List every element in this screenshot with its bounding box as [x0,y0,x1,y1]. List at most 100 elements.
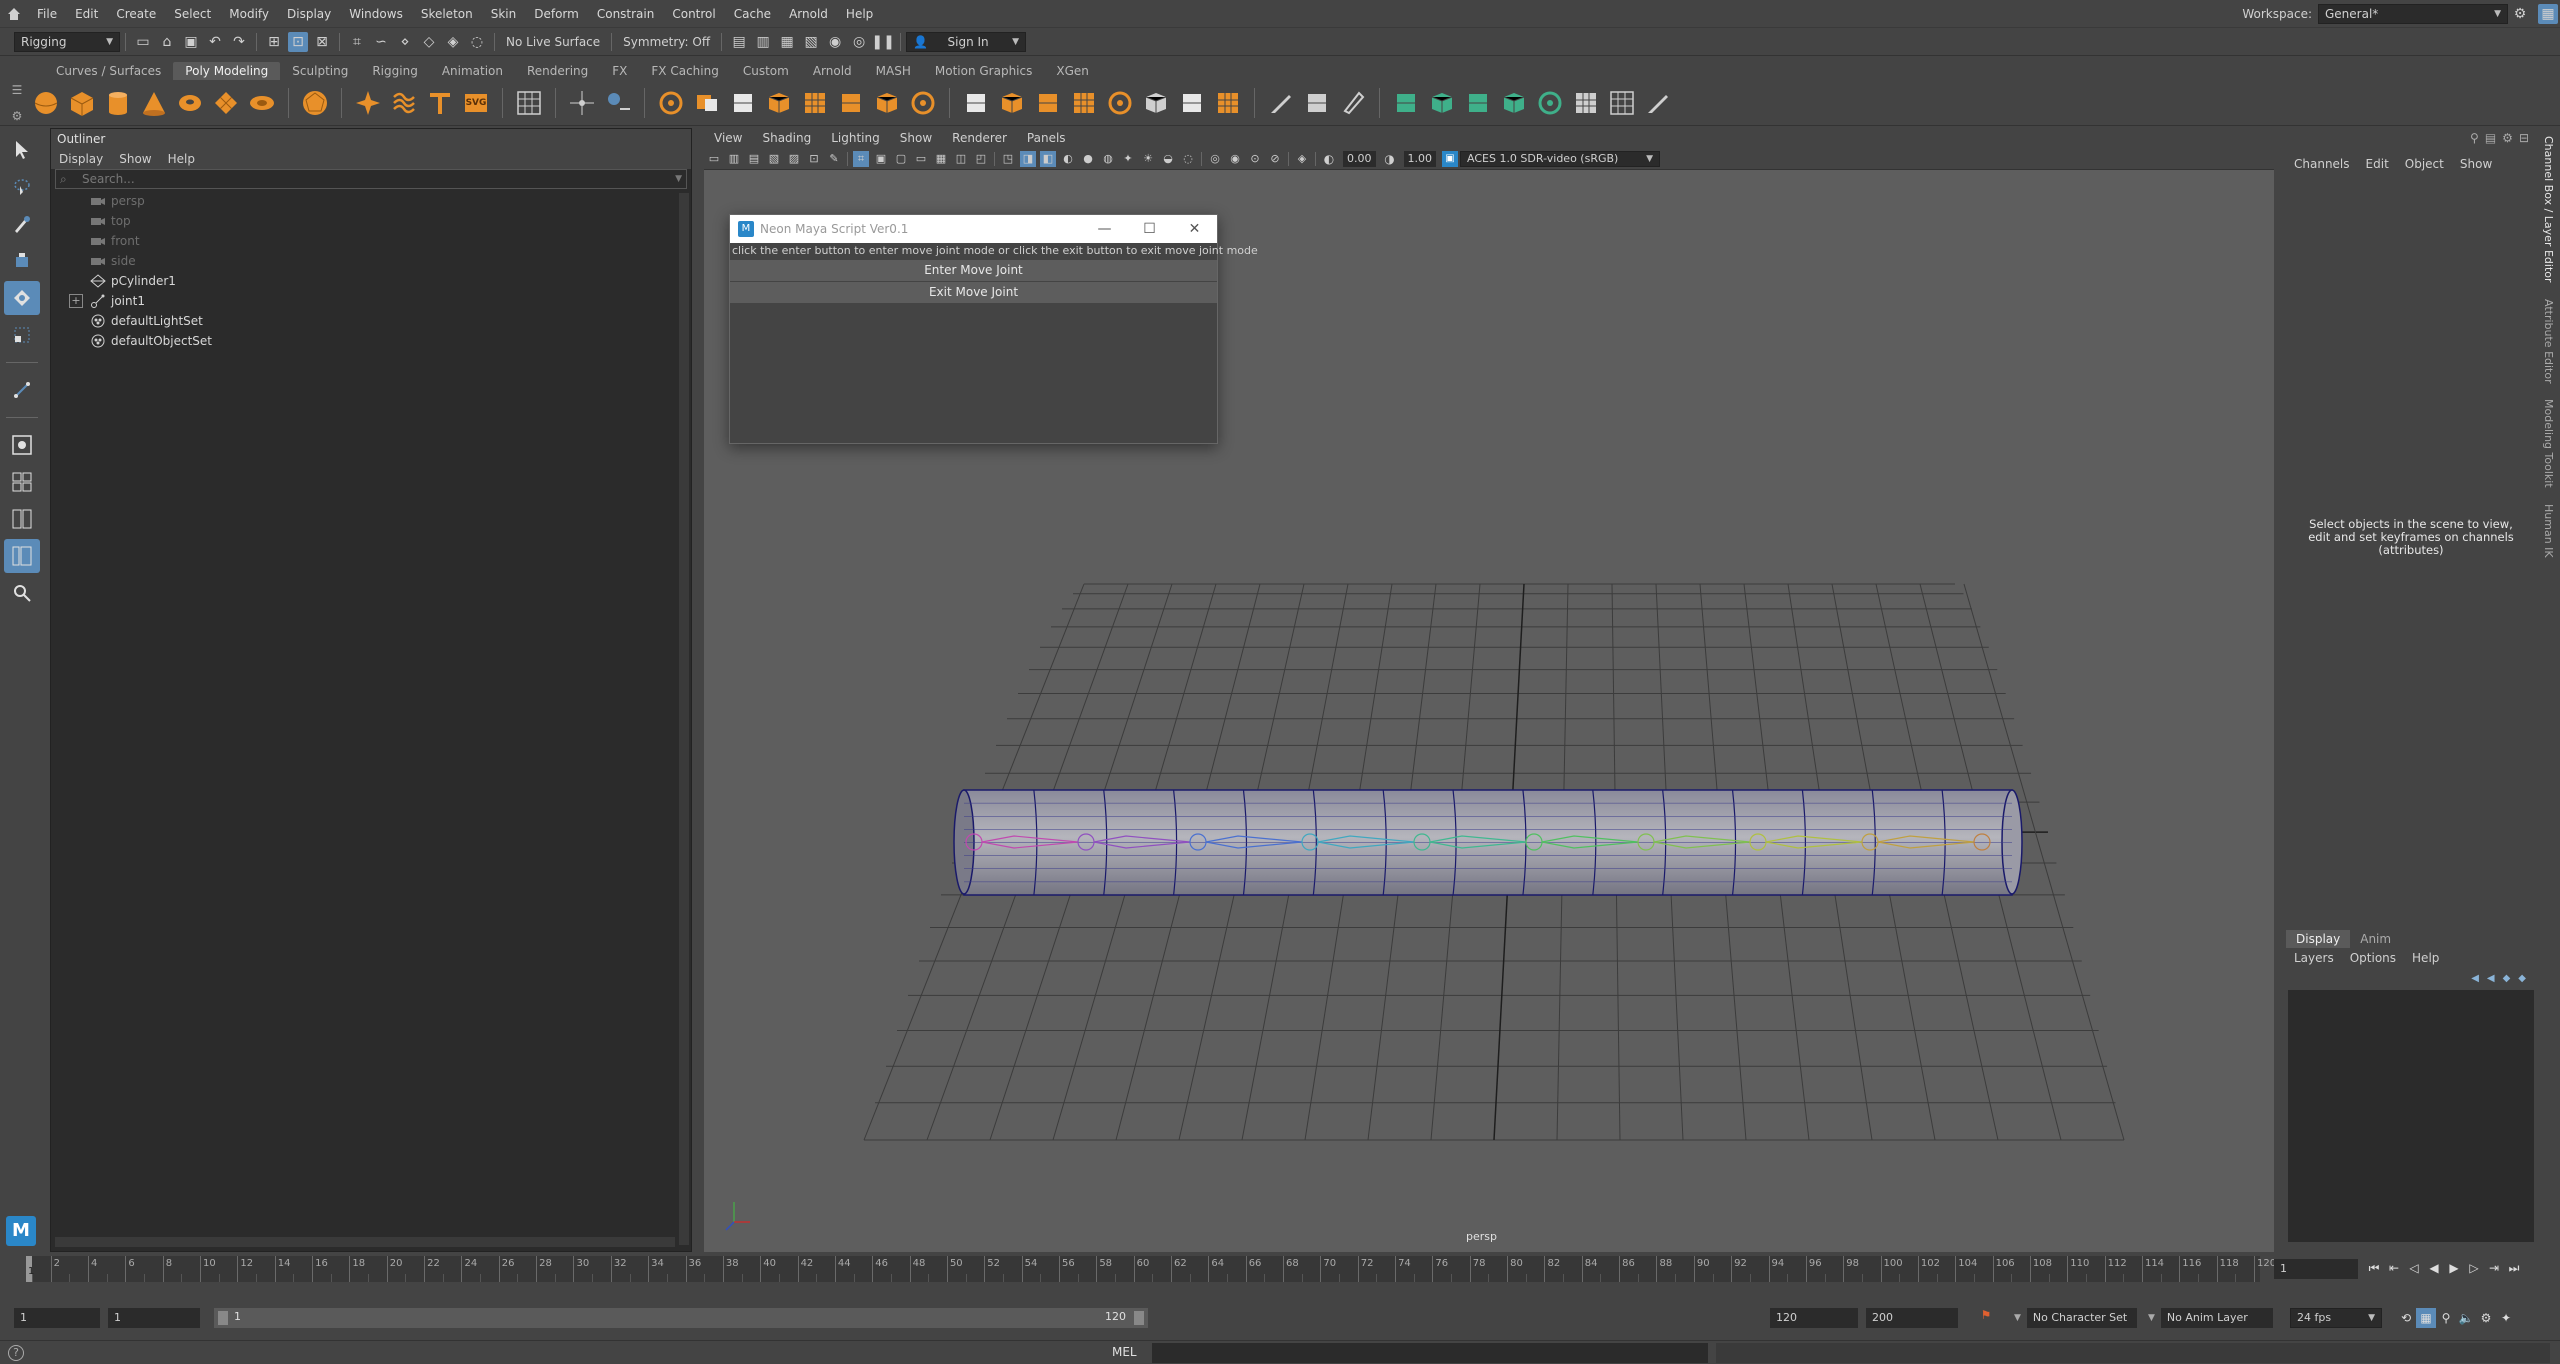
isolate-select-icon[interactable]: ◎ [1207,151,1223,167]
snap-point-icon[interactable]: ⋄ [395,32,415,52]
two-view-icon[interactable] [4,502,40,536]
bookmarks-icon[interactable]: ▧ [766,151,782,167]
outliner-item-defaultlightset[interactable]: defaultLightSet [51,311,691,331]
layer-menu-help[interactable]: Help [2404,948,2447,968]
save-scene-icon[interactable]: ▣ [181,32,201,52]
channel-box-menu-object[interactable]: Object [2397,154,2452,174]
bevel-icon[interactable] [1032,87,1064,119]
layout-toggle-icon[interactable]: ▦ [2538,4,2558,24]
exposure-field[interactable]: 0.00 [1343,150,1376,167]
shelf-tab-fx[interactable]: FX [600,62,639,80]
scale-tool-icon[interactable] [4,318,40,352]
outliner-persp-layout-icon[interactable] [4,539,40,573]
outliner-item-defaultobjectset[interactable]: defaultObjectSet [51,331,691,351]
settings-icon[interactable]: ✦ [2496,1308,2516,1328]
poly-cylinder-icon[interactable] [102,87,134,119]
new-layer-selected-icon[interactable]: ◆ [2518,973,2526,984]
checker-icon[interactable] [1570,87,1602,119]
hud-icon[interactable]: ◈ [1294,151,1310,167]
screen-space-ao-icon[interactable]: ✦ [1120,151,1136,167]
menu-edit[interactable]: Edit [66,0,107,28]
shelf-tab-arnold[interactable]: Arnold [801,62,864,80]
motion-blur-icon[interactable]: ☀ [1140,151,1156,167]
symmetry-label[interactable]: Symmetry: Off [623,35,710,49]
exit-move-joint-button[interactable]: Exit Move Joint [730,282,1217,303]
viewport-menu-show[interactable]: Show [890,128,942,148]
shelf-tab-sculpting[interactable]: Sculpting [280,62,360,80]
lock-camera-icon[interactable]: ▥ [726,151,742,167]
uv-editor-icon[interactable] [513,87,545,119]
live-surface-label[interactable]: No Live Surface [506,35,600,49]
quad-draw-icon[interactable] [1337,87,1369,119]
move-layer-down-icon[interactable]: ◀ [2487,973,2495,984]
play-forwards-icon[interactable]: ▶ [2444,1258,2464,1278]
step-back-key-icon[interactable]: ⇤ [2384,1258,2404,1278]
soft-normal-icon[interactable] [1498,87,1530,119]
channel-box-menu-edit[interactable]: Edit [2358,154,2397,174]
extract-icon[interactable] [727,87,759,119]
layer-tab-display[interactable]: Display [2286,930,2351,948]
range-end-handle[interactable] [1134,1311,1144,1325]
current-time-field[interactable]: 1 [2274,1259,2358,1279]
outliner-menu-help[interactable]: Help [160,149,203,169]
time-ruler[interactable]: 1 2 4 6 8 10 12 14 16 18 20 22 24 26 28 30 32 34 36 38 40 42… [26,1256,2276,1282]
close-icon[interactable]: ✕ [1172,215,1217,243]
sweep-mesh-icon[interactable] [352,87,384,119]
character-set-selector[interactable]: ▼ No Character Set [2014,1308,2137,1328]
step-forward-frame-icon[interactable]: ▷ [2464,1258,2484,1278]
grid-icon[interactable]: ⌗ [853,150,869,167]
poly-cube-icon[interactable] [66,87,98,119]
history-icon[interactable]: ▤ [729,32,749,52]
menu-create[interactable]: Create [107,0,165,28]
step-forward-key-icon[interactable]: ⇥ [2484,1258,2504,1278]
snap-grid-icon[interactable]: ⌗ [347,32,367,52]
merge-icon[interactable] [1140,87,1172,119]
append-icon[interactable] [1068,87,1100,119]
use-all-lights-icon[interactable]: ● [1080,151,1096,167]
auto-key-icon[interactable]: ⚑ [1976,1308,1996,1328]
new-scene-icon[interactable]: ▭ [133,32,153,52]
hypershade-icon[interactable]: ◎ [849,32,869,52]
help-icon[interactable]: ? [8,1345,24,1361]
multisample-aa-icon[interactable]: ◒ [1160,151,1176,167]
menu-help[interactable]: Help [837,0,882,28]
attribute-editor-icon[interactable]: ▤ [2485,131,2496,145]
shelf-tab-custom[interactable]: Custom [731,62,801,80]
select-hierarchy-icon[interactable]: ⊞ [264,32,284,52]
command-language[interactable]: MEL [1112,1345,1137,1359]
depth-of-field-icon[interactable]: ◌ [1180,151,1196,167]
go-to-start-icon[interactable]: ⏮ [2364,1258,2384,1278]
go-to-end-icon[interactable]: ⏭ [2504,1258,2524,1278]
layer-tab-anim[interactable]: Anim [2350,930,2401,948]
new-layer-icon[interactable]: ◆ [2503,973,2511,984]
move-layer-up-icon[interactable]: ◀ [2471,973,2479,984]
outliner-horizontal-scrollbar[interactable] [55,1237,675,1247]
workspace-dropdown[interactable]: General* ▼ [2318,4,2508,24]
viewport-menu-shading[interactable]: Shading [752,128,821,148]
grease-pencil-icon[interactable]: ✎ [826,151,842,167]
cache-playback-icon[interactable]: ▦ [2416,1308,2436,1328]
side-tab-modeling-toolkit[interactable]: Modeling Toolkit [2542,391,2555,496]
range-start-handle[interactable] [218,1311,228,1325]
fill-hole-icon[interactable] [1104,87,1136,119]
snap-surface-icon[interactable]: ◈ [443,32,463,52]
render-sequence-icon[interactable]: ▦ [777,32,797,52]
gear-icon[interactable]: ⚙ [2510,4,2530,24]
shelf-tab-curves-surfaces[interactable]: Curves / Surfaces [44,62,173,80]
pin-icon[interactable]: ⚲ [2436,1308,2456,1328]
menu-modify[interactable]: Modify [220,0,278,28]
single-view-icon[interactable] [4,428,40,462]
shelf-tab-motion-graphics[interactable]: Motion Graphics [923,62,1045,80]
gate-mask-icon[interactable]: ▭ [913,151,929,167]
viewport-menu-view[interactable]: View [704,128,752,148]
side-tab-attribute-editor[interactable]: Attribute Editor [2542,291,2555,392]
viewport-menu-renderer[interactable]: Renderer [942,128,1017,148]
smooth-icon[interactable] [799,87,831,119]
menu-deform[interactable]: Deform [525,0,588,28]
mirror-icon[interactable] [871,87,903,119]
textured-icon[interactable]: ◐ [1060,151,1076,167]
layer-list[interactable] [2288,990,2534,1242]
range-bar[interactable]: 1 120 [214,1308,1148,1328]
fps-selector[interactable]: 24 fps ▼ [2290,1308,2382,1328]
menu-cache[interactable]: Cache [725,0,780,28]
